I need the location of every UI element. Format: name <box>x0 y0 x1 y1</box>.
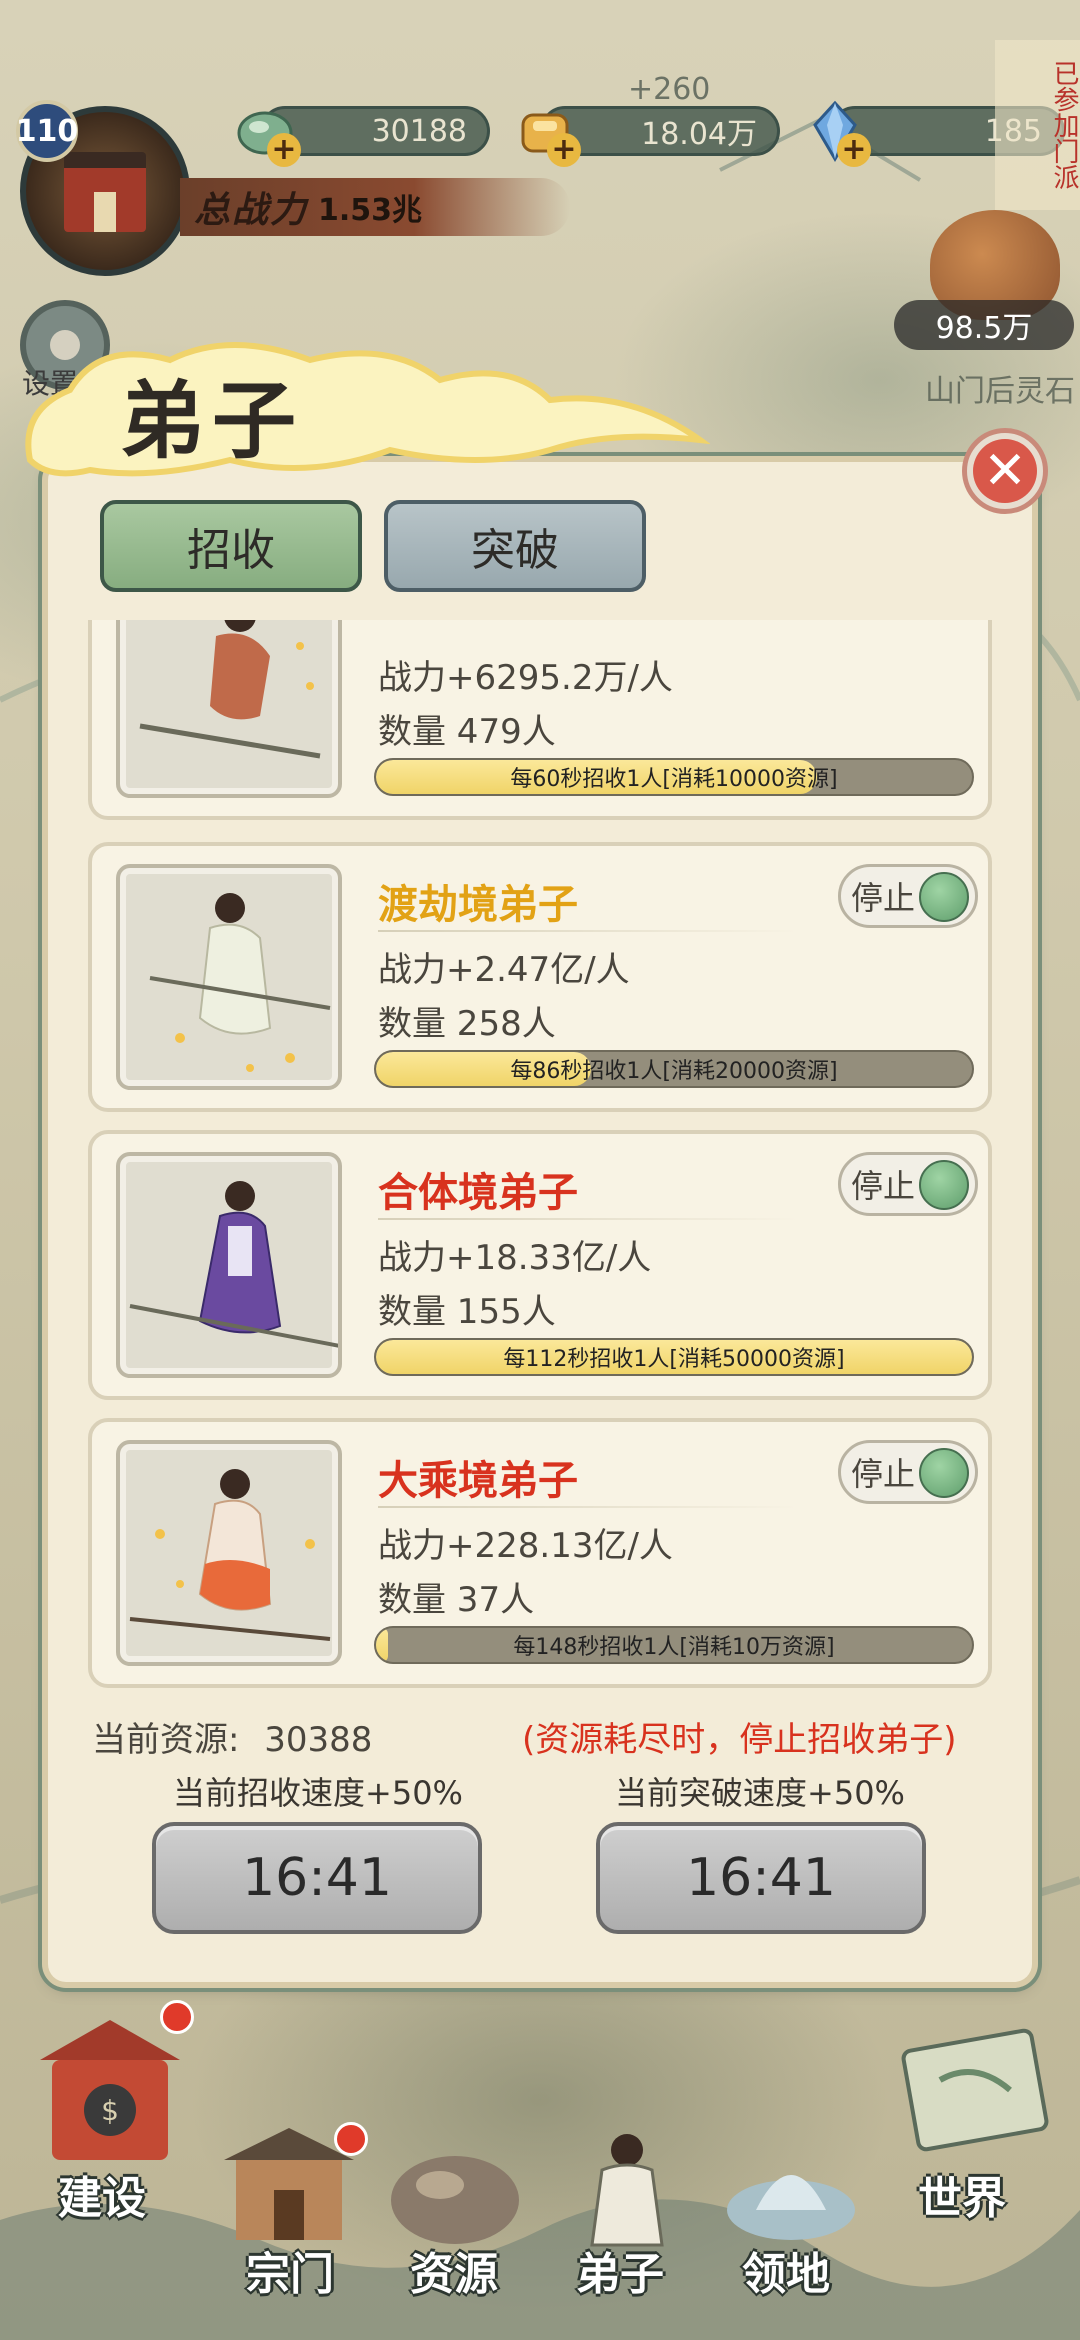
progress-text: 每86秒招收1人[消耗20000资源] <box>510 1059 838 1084</box>
progress-text: 每60秒招收1人[消耗10000资源] <box>510 767 838 792</box>
power-text: 战力+18.33亿/人 <box>378 1238 652 1278</box>
count-text: 数量 479人 <box>378 712 556 752</box>
disciple-icon <box>590 2134 664 2247</box>
recruit-progress: 每112秒招收1人[消耗50000资源] <box>374 1338 974 1376</box>
sect-flag[interactable]: 已参加门派 <box>995 40 1080 210</box>
disciple-card: 战力+6295.2万/人 数量 479人 每60秒招收1人[消耗10000资源] <box>88 620 992 820</box>
divider <box>378 1506 798 1508</box>
build-notification-dot <box>160 2000 194 2034</box>
nav-build-label: 建设 <box>58 2173 146 2224</box>
count-text: 数量 155人 <box>378 1292 556 1332</box>
divider <box>378 1218 798 1220</box>
close-button[interactable]: ✕ <box>962 428 1048 514</box>
disciple-card: 大乘境弟子 停止 战力+228.13亿/人 数量 37人 每148秒招收1人[消… <box>88 1418 992 1688</box>
recruit-progress: 每60秒招收1人[消耗10000资源] <box>374 758 974 796</box>
territory-icon <box>727 2175 855 2240</box>
sect-notification-dot <box>334 2122 368 2156</box>
power-text: 战力+228.13亿/人 <box>378 1526 673 1566</box>
tab-breakthrough[interactable]: 突破 <box>384 500 646 592</box>
nav-world-label: 世界 <box>918 2173 1006 2224</box>
gold-value: 18.04万 <box>641 117 757 152</box>
progress-text: 每112秒招收1人[消耗50000资源] <box>503 1347 845 1372</box>
toggle-knob <box>919 872 969 922</box>
break-speedup-button[interactable]: 16:41 <box>596 1822 926 1934</box>
toggle-label: 停止 <box>851 1167 916 1205</box>
disciple-card: 合体境弟子 停止 战力+18.33亿/人 数量 155人 每112秒招收1人[消… <box>88 1130 992 1400</box>
total-power-value: 1.53兆 <box>318 193 423 228</box>
disciple-portrait <box>116 1440 342 1666</box>
current-resource-label: 当前资源: <box>92 1720 240 1760</box>
bag-label: 山门后灵石 <box>925 374 1075 409</box>
power-text: 战力+6295.2万/人 <box>378 658 673 698</box>
close-icon: ✕ <box>973 439 1037 503</box>
toggle-label: 停止 <box>851 879 916 917</box>
power-text: 战力+2.47亿/人 <box>378 950 630 990</box>
disciple-rank-name: 大乘境弟子 <box>378 1458 578 1504</box>
nav-sect-label: 宗门 <box>246 2249 334 2300</box>
resource-warning: (资源耗尽时，停止招收弟子) <box>522 1720 957 1760</box>
toggle-knob <box>919 1448 969 1498</box>
total-power-bar: 总战力 1.53兆 <box>180 178 570 236</box>
progress-text: 每148秒招收1人[消耗10万资源] <box>513 1635 835 1660</box>
recruit-progress: 每86秒招收1人[消耗20000资源] <box>374 1050 974 1088</box>
disciple-rank-name: 合体境弟子 <box>378 1170 578 1216</box>
temple-icon <box>64 152 146 232</box>
add-gold-button[interactable]: + <box>547 133 581 167</box>
add-crystal-button[interactable]: + <box>837 133 871 167</box>
resource-jade[interactable]: + 30188 <box>237 106 490 167</box>
nav-disciple-label: 弟子 <box>576 2249 664 2300</box>
stop-toggle[interactable]: 停止 <box>838 864 978 928</box>
resource-gold[interactable]: + 18.04万 <box>521 106 780 167</box>
bag-amount: 98.5万 <box>894 300 1074 350</box>
current-resource: 当前资源: 30388 <box>92 1712 372 1761</box>
world-map-icon <box>901 2028 1049 2152</box>
title-cloud-decoration <box>25 342 710 477</box>
stop-toggle[interactable]: 停止 <box>838 1440 978 1504</box>
nav-territory-label: 领地 <box>742 2249 830 2300</box>
disciple-portrait <box>116 1152 342 1378</box>
break-speed-text: 当前突破速度+50% <box>615 1774 905 1812</box>
float-gain-text: +260 <box>628 72 711 107</box>
divider <box>378 930 798 932</box>
count-text: 数量 258人 <box>378 1004 556 1044</box>
toggle-knob <box>919 1160 969 1210</box>
disciple-card: 渡劫境弟子 停止 战力+2.47亿/人 数量 258人 每86秒招收1人[消耗2… <box>88 842 992 1112</box>
current-resource-value: 30388 <box>264 1720 373 1760</box>
disciple-list[interactable]: 战力+6295.2万/人 数量 479人 每60秒招收1人[消耗10000资源]… <box>84 620 996 1690</box>
tab-recruit[interactable]: 招收 <box>100 500 362 592</box>
disciple-portrait <box>116 864 342 1090</box>
add-jade-button[interactable]: + <box>267 133 301 167</box>
svg-text:$: $ <box>101 2094 119 2127</box>
resource-icon <box>391 2156 519 2244</box>
recruit-progress: 每148秒招收1人[消耗10万资源] <box>374 1626 974 1664</box>
level-badge: 110 <box>16 100 78 162</box>
disciple-rank-name: 渡劫境弟子 <box>378 882 578 928</box>
recruit-speedup-button[interactable]: 16:41 <box>152 1822 482 1934</box>
count-text: 数量 37人 <box>378 1580 535 1620</box>
toggle-label: 停止 <box>851 1455 916 1493</box>
disciple-portrait <box>116 620 342 798</box>
jade-value: 30188 <box>371 113 467 149</box>
player-avatar[interactable]: 110 <box>10 96 200 286</box>
spirit-stone-bag[interactable]: 98.5万 <box>880 210 1080 360</box>
stop-toggle[interactable]: 停止 <box>838 1152 978 1216</box>
panel-title: 弟子 <box>120 371 305 470</box>
total-power-label: 总战力 <box>194 190 309 231</box>
nav-resource-label: 资源 <box>410 2249 498 2300</box>
recruit-speed-text: 当前招收速度+50% <box>173 1774 463 1812</box>
